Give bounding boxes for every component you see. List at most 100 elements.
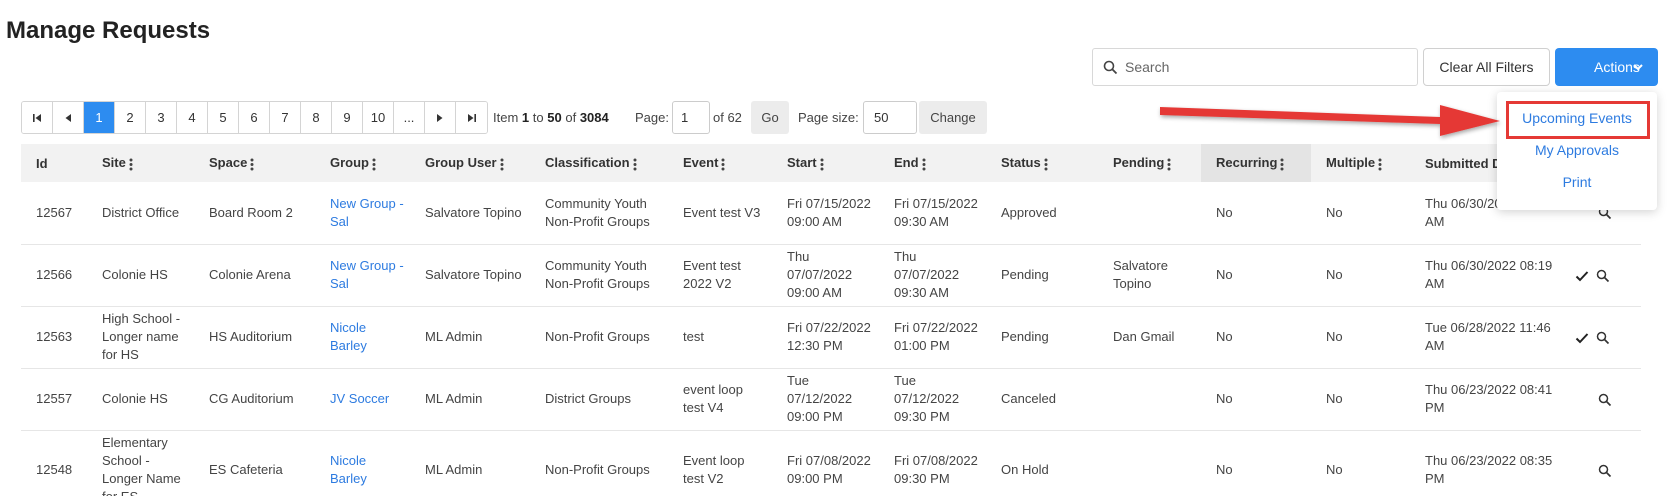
column-header-site[interactable]: Site [87,144,194,182]
page-button-7[interactable]: 7 [270,102,301,133]
cell-recurring: No [1201,430,1311,496]
cell-group-link[interactable]: JV Soccer [315,368,410,431]
page-button-9[interactable]: 9 [332,102,363,133]
cell-group-link[interactable]: New Group - Sal [315,182,410,245]
cell-start: Thu 07/07/2022 09:00 AM [772,244,879,307]
column-header-end[interactable]: End [879,144,986,182]
caret-left-icon [65,113,71,122]
column-header-group[interactable]: Group [315,144,410,182]
column-menu-icon[interactable] [372,158,376,171]
column-header-classification[interactable]: Classification [530,144,668,182]
cell-pending [1098,182,1201,245]
table-row[interactable]: 12557 Colonie HS CG Auditorium JV Soccer… [21,368,1641,431]
column-menu-icon[interactable] [1167,158,1171,171]
cell-status: Pending [986,306,1098,369]
last-page-button[interactable] [456,102,487,133]
go-button[interactable]: Go [751,101,789,134]
column-menu-icon[interactable] [500,158,504,171]
cell-pending [1098,368,1201,431]
cell-end: Fri 07/22/2022 01:00 PM [879,306,986,369]
page-button-1[interactable]: 1 [84,102,115,133]
cell-classification: Non-Profit Groups [530,306,668,369]
menu-item-my-approvals[interactable]: My Approvals [1497,142,1657,158]
cell-site: District Office [87,182,194,245]
column-header-group-user[interactable]: Group User [410,144,530,182]
column-menu-icon[interactable] [1280,158,1284,171]
cell-end: Fri 07/15/2022 09:30 AM [879,182,986,245]
cell-status: Canceled [986,368,1098,431]
prev-page-button[interactable] [53,102,84,133]
view-details-icon[interactable] [1598,464,1612,478]
column-menu-icon[interactable] [820,158,824,171]
page-button-8[interactable]: 8 [301,102,332,133]
cell-status: On Hold [986,430,1098,496]
cell-id: 12557 [21,368,87,431]
cell-site: High School - Longer name for HS [87,306,194,369]
search-box[interactable] [1092,48,1418,86]
cell-group-link[interactable]: Nicole Barley [315,306,410,369]
table-row[interactable]: 12566 Colonie HS Colonie Arena New Group… [21,244,1641,307]
cell-event: test [668,306,772,369]
table-row[interactable]: 12548 Elementary School - Longer Name fo… [21,430,1641,496]
change-button[interactable]: Change [919,101,987,134]
column-menu-icon[interactable] [721,158,725,171]
cell-classification: Community Youth Non-Profit Groups [530,244,668,307]
page-button-4[interactable]: 4 [177,102,208,133]
actions-button[interactable]: Actions [1555,48,1658,86]
column-menu-icon[interactable] [129,158,133,171]
column-header-pending[interactable]: Pending [1098,144,1201,182]
clear-all-filters-button[interactable]: Clear All Filters [1423,48,1550,86]
page-button-2[interactable]: 2 [115,102,146,133]
column-menu-icon[interactable] [1044,158,1048,171]
column-header-event[interactable]: Event [668,144,772,182]
cell-start: Tue 07/12/2022 09:00 PM [772,368,879,431]
page-size-label: Page size: [798,110,859,125]
table-row[interactable]: 12567 District Office Board Room 2 New G… [21,182,1641,245]
cell-recurring: No [1201,306,1311,369]
cell-group-user: Salvatore Topino [410,244,530,307]
cell-start: Fri 07/15/2022 09:00 AM [772,182,879,245]
view-details-icon[interactable] [1596,269,1610,283]
cell-start: Fri 07/22/2022 12:30 PM [772,306,879,369]
column-menu-icon[interactable] [250,158,254,171]
last-page-icon [467,113,476,122]
cell-end: Fri 07/08/2022 09:30 PM [879,430,986,496]
cell-submitted: Thu 06/30/2022 08:19 AM [1410,244,1575,307]
page-button-ellipsis[interactable]: ... [394,102,425,133]
requests-table: Id Site Space Group Group User Classific… [21,144,1641,496]
cell-multiple: No [1311,306,1410,369]
table-row[interactable]: 12563 High School - Longer name for HS H… [21,306,1641,369]
page-button-5[interactable]: 5 [208,102,239,133]
cell-pending [1098,430,1201,496]
search-input[interactable] [1125,55,1410,79]
approve-check-icon[interactable] [1575,332,1589,344]
page-button-3[interactable]: 3 [146,102,177,133]
column-menu-icon[interactable] [922,158,926,171]
column-menu-icon[interactable] [633,158,637,171]
cell-group-link[interactable]: Nicole Barley [315,430,410,496]
menu-item-print[interactable]: Print [1497,174,1657,190]
column-header-start[interactable]: Start [772,144,879,182]
page-size-input[interactable] [863,101,917,134]
approve-check-icon[interactable] [1575,270,1589,282]
cell-submitted: Thu 06/23/2022 08:41 PM [1410,368,1575,431]
page-number-input[interactable] [672,101,710,134]
column-menu-icon[interactable] [1378,158,1382,171]
column-header-status[interactable]: Status [986,144,1098,182]
first-page-button[interactable] [22,102,53,133]
column-header-id[interactable]: Id [21,144,87,182]
page-button-10[interactable]: 10 [363,102,394,133]
cell-group-link[interactable]: New Group - Sal [315,244,410,307]
column-header-recurring[interactable]: Recurring [1201,144,1311,182]
cell-multiple: No [1311,182,1410,245]
cell-submitted: Tue 06/28/2022 11:46 AM [1410,306,1575,369]
cell-row-actions [1575,244,1641,307]
page-button-6[interactable]: 6 [239,102,270,133]
column-header-multiple[interactable]: Multiple [1311,144,1410,182]
view-details-icon[interactable] [1596,331,1610,345]
column-header-space[interactable]: Space [194,144,315,182]
view-details-icon[interactable] [1598,393,1612,407]
cell-row-actions [1575,368,1641,431]
cell-group-user: ML Admin [410,430,530,496]
next-page-button[interactable] [425,102,456,133]
